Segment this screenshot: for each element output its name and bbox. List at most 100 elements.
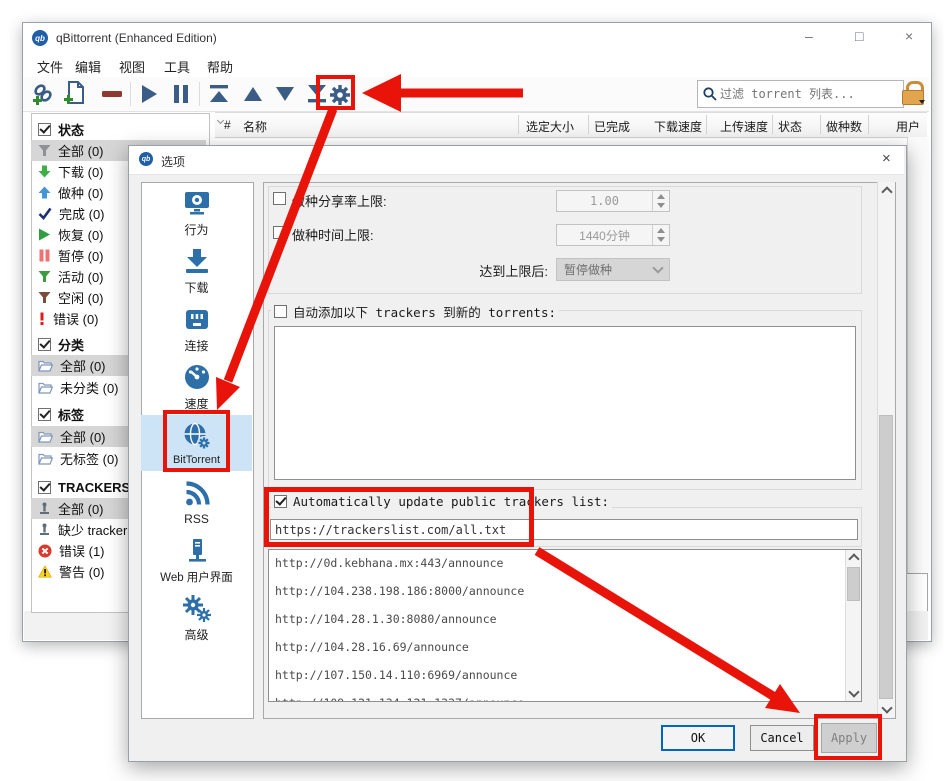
scroll-corner — [904, 573, 928, 615]
titlebar[interactable]: qb qBittorrent (Enhanced Edition) – □ × — [23, 23, 929, 53]
nav-item-rss[interactable]: RSS — [141, 474, 252, 531]
nav-item-webui[interactable]: Web 用户界面 — [141, 532, 252, 589]
lock-icon[interactable] — [902, 81, 926, 107]
item-label: 恢复 (0) — [58, 225, 104, 244]
filter-icon — [38, 291, 51, 304]
move-down-icon[interactable] — [273, 85, 297, 103]
move-up-icon[interactable] — [241, 85, 265, 103]
item-label: 下载 (0) — [58, 162, 104, 181]
item-label: 完成 (0) — [59, 204, 105, 223]
column-separator — [772, 115, 773, 134]
menu-view[interactable]: 视图 — [119, 57, 145, 76]
auto-add-trackers-checkbox[interactable] — [274, 305, 287, 318]
scroll-down-icon[interactable] — [848, 686, 859, 697]
minimize-button[interactable]: – — [805, 28, 813, 44]
filter-icon — [38, 144, 51, 157]
checkbox-checked[interactable] — [38, 408, 51, 421]
share-ratio-spinner[interactable]: 1.00 — [556, 190, 670, 212]
limit-reached-dropdown[interactable]: 暂停做种 — [556, 258, 670, 281]
item-label: 错误 (1) — [59, 541, 105, 560]
item-label: 未分类 (0) — [60, 378, 119, 397]
tracker-icon — [38, 502, 51, 515]
column-peers[interactable]: 用户 — [875, 118, 920, 135]
share-ratio-value: 1.00 — [557, 194, 652, 208]
pause-icon[interactable] — [171, 83, 191, 105]
download-arrow-icon — [38, 165, 51, 178]
column-size[interactable]: 选定大小 — [526, 118, 574, 135]
nav-item-downloads[interactable]: 下载 — [141, 242, 252, 299]
nav-item-connection[interactable]: 连接 — [141, 300, 252, 357]
search-input[interactable] — [718, 86, 899, 102]
annotation-box-auto-update — [264, 487, 534, 547]
resume-icon[interactable] — [138, 83, 160, 105]
downloads-icon — [182, 246, 212, 276]
webui-icon — [182, 536, 212, 566]
annotation-box-gear — [316, 75, 355, 110]
status-section-header[interactable]: 状态 — [31, 119, 206, 140]
add-torrent-file-icon[interactable] — [63, 81, 87, 106]
seed-time-label: 做种时间上限: — [292, 225, 374, 244]
auto-add-trackers-textarea[interactable] — [274, 326, 856, 480]
item-label: 暂停 (0) — [58, 246, 104, 265]
column-status[interactable]: 状态 — [778, 118, 802, 135]
item-label: 缺少 tracker — [58, 520, 127, 539]
column-done[interactable]: 已完成 — [594, 118, 630, 135]
scroll-up-icon[interactable] — [881, 186, 892, 197]
tracker-list-scrollbar[interactable] — [845, 550, 862, 701]
section-label: TRACKERS — [58, 480, 130, 495]
scrollbar-thumb[interactable] — [879, 415, 893, 699]
item-label: 警告 (0) — [59, 562, 105, 581]
column-number[interactable]: # — [224, 118, 231, 132]
scroll-down-icon[interactable] — [881, 702, 892, 713]
spin-buttons-icon[interactable] — [652, 225, 669, 245]
nav-label: Web 用户界面 — [160, 569, 233, 585]
menu-tools[interactable]: 工具 — [164, 57, 190, 76]
maximize-button[interactable]: □ — [855, 28, 863, 44]
nav-item-speed[interactable]: 速度 — [141, 358, 252, 415]
transfer-list-header: # 名称 选定大小 已完成 下载速度 上传速度 状态 做种数 用户 — [215, 112, 927, 138]
connection-icon — [182, 304, 212, 334]
column-seeds[interactable]: 做种数 — [800, 118, 862, 135]
item-label: 活动 (0) — [58, 267, 104, 286]
content-scrollbar[interactable] — [877, 182, 895, 717]
item-label: 全部 (0) — [60, 427, 106, 446]
column-upspeed[interactable]: 上传速度 — [700, 118, 768, 135]
column-separator — [588, 115, 589, 134]
scrollbar-thumb[interactable] — [847, 567, 860, 601]
filter-icon — [38, 270, 51, 283]
dialog-titlebar[interactable]: qb 选项 × — [129, 146, 904, 175]
dialog-title: 选项 — [161, 153, 185, 170]
spin-buttons-icon[interactable] — [652, 191, 669, 211]
pause-bars-icon — [38, 249, 51, 262]
nav-item-behavior[interactable]: 行为 — [141, 184, 252, 241]
remove-icon[interactable] — [101, 90, 123, 98]
tracker-url: http://104.238.198.186:8000/announce — [275, 584, 524, 598]
share-ratio-checkbox[interactable] — [273, 192, 286, 205]
column-dlspeed[interactable]: 下载速度 — [630, 118, 702, 135]
add-link-icon[interactable] — [31, 82, 55, 106]
column-name[interactable]: 名称 — [243, 118, 267, 135]
dialog-close-button[interactable]: × — [882, 150, 891, 167]
checkbox-checked[interactable] — [38, 338, 51, 351]
seed-time-spinner[interactable]: 1440分钟 — [556, 224, 670, 246]
ok-button[interactable]: OK — [661, 725, 735, 751]
behavior-icon — [182, 188, 212, 218]
chevron-down-icon — [652, 262, 663, 273]
move-top-icon[interactable] — [207, 84, 231, 104]
close-button[interactable]: × — [905, 28, 913, 44]
scroll-up-icon[interactable] — [848, 553, 859, 564]
menu-help[interactable]: 帮助 — [207, 57, 233, 76]
warning-triangle-icon — [38, 565, 52, 578]
seed-time-checkbox[interactable] — [273, 226, 286, 239]
upload-arrow-icon — [38, 186, 51, 199]
checkbox-checked[interactable] — [38, 123, 51, 136]
search-icon — [702, 86, 718, 102]
item-label: 做种 (0) — [58, 183, 104, 202]
nav-item-advanced[interactable]: 高级 — [141, 589, 252, 646]
checkbox-checked[interactable] — [38, 481, 51, 494]
limit-reached-label: 达到上限后: — [430, 261, 548, 280]
cancel-button[interactable]: Cancel — [750, 725, 814, 751]
menu-file[interactable]: 文件 — [37, 57, 63, 76]
public-trackers-list[interactable]: http://0d.kebhana.mx:443/announce http:/… — [268, 549, 862, 702]
menu-edit[interactable]: 编辑 — [75, 57, 101, 76]
